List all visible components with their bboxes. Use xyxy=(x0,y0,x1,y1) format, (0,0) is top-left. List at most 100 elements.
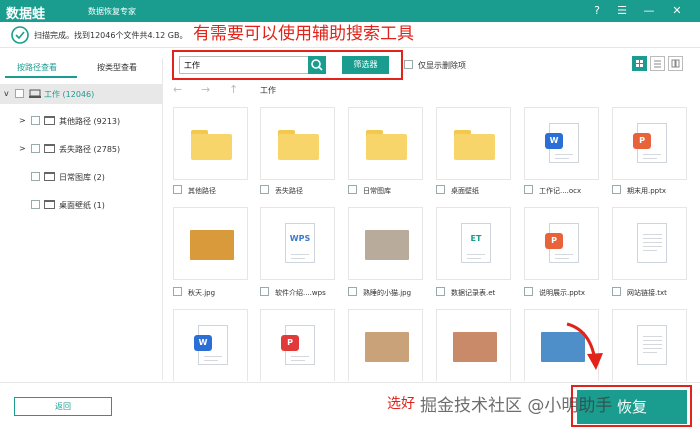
sidebar: 按路径查看 按类型查看 v 工作 (12046) > 其他路径 (9213) >… xyxy=(0,58,163,380)
tree-item-label: 桌面壁纸 (1) xyxy=(59,201,105,210)
file-tile[interactable] xyxy=(173,207,248,280)
folder-icon xyxy=(278,130,319,160)
tree-checkbox[interactable] xyxy=(31,172,40,181)
tree-checkbox[interactable] xyxy=(31,144,40,153)
file-tile[interactable]: ET xyxy=(436,207,511,280)
expander-icon[interactable]: > xyxy=(19,144,26,153)
folder-icon xyxy=(44,116,55,125)
file-grid: 其他路径 丢失路径 日常图库 桌面壁纸 W 工作记....ocx P 期末用.pptx 秋天.j… xyxy=(163,101,700,381)
columns-icon xyxy=(671,59,680,68)
file-checkbox[interactable] xyxy=(260,185,269,194)
list-view-button[interactable] xyxy=(650,56,665,71)
document-icon: P xyxy=(633,123,667,163)
file-checkbox[interactable] xyxy=(524,287,533,296)
check-circle-icon xyxy=(11,26,29,44)
help-button[interactable]: ? xyxy=(589,3,605,19)
watermark-text: 掘金技术社区 @小明助手 xyxy=(420,396,613,416)
expander-icon[interactable]: v xyxy=(4,89,9,98)
folder-icon xyxy=(44,200,55,209)
tree-item-label: 丢失路径 (2785) xyxy=(59,145,121,154)
search-button[interactable] xyxy=(308,56,326,74)
tab-underline xyxy=(5,76,77,78)
grid-view-button[interactable] xyxy=(632,56,647,71)
annotation-select-note: 选好 xyxy=(387,396,415,412)
file-checkbox[interactable] xyxy=(612,287,621,296)
file-name: 网站链接.txt xyxy=(627,289,667,297)
file-tile[interactable] xyxy=(348,107,423,180)
tree-item-lost-path[interactable]: > 丢失路径 (2785) xyxy=(0,139,163,159)
app-subtitle: 数据恢复专家 xyxy=(88,7,136,16)
close-button[interactable]: ✕ xyxy=(669,3,685,19)
folder-icon xyxy=(454,130,495,160)
back-arrow-icon[interactable]: ← xyxy=(173,83,182,96)
file-checkbox[interactable] xyxy=(260,287,269,296)
file-name: 说明展示.pptx xyxy=(539,289,585,297)
tree-item-gallery[interactable]: 日常图库 (2) xyxy=(0,167,163,187)
tree-item-wallpaper[interactable]: 桌面壁纸 (1) xyxy=(0,195,163,215)
file-tile[interactable] xyxy=(436,107,511,180)
file-name: 桌面壁纸 xyxy=(451,187,479,195)
deleted-only-label: 仅显示删除项 xyxy=(418,61,466,70)
deleted-only-checkbox[interactable] xyxy=(404,60,413,69)
scan-status-text: 扫描完成。找到12046个文件共4.12 GB。 xyxy=(34,31,188,40)
file-checkbox[interactable] xyxy=(436,287,445,296)
document-icon: ET xyxy=(461,223,491,263)
tree-item-other-path[interactable]: > 其他路径 (9213) xyxy=(0,111,163,131)
grid-icon xyxy=(636,60,643,67)
file-tile[interactable]: WPS xyxy=(260,207,335,280)
file-tile[interactable]: P xyxy=(260,309,335,381)
search-input[interactable] xyxy=(179,56,311,74)
document-icon: W xyxy=(194,325,228,365)
detail-view-button[interactable] xyxy=(668,56,683,71)
tree-item-label: 工作 (12046) xyxy=(44,90,95,99)
file-checkbox[interactable] xyxy=(173,287,182,296)
file-checkbox[interactable] xyxy=(173,185,182,194)
tree-checkbox[interactable] xyxy=(31,200,40,209)
file-name: 工作记....ocx xyxy=(539,187,582,195)
app-logo: 数据蛙 xyxy=(6,7,46,22)
file-checkbox[interactable] xyxy=(348,185,357,194)
file-tile[interactable]: W xyxy=(524,107,599,180)
tab-by-path[interactable]: 按路径查看 xyxy=(17,62,57,73)
file-checkbox[interactable] xyxy=(348,287,357,296)
document-icon: WPS xyxy=(285,223,315,263)
file-name: 熟睡的小猫.jpg xyxy=(363,289,412,297)
file-name: 丢失路径 xyxy=(275,187,303,195)
drive-icon xyxy=(29,89,41,98)
minimize-button[interactable]: — xyxy=(641,3,657,19)
folder-icon xyxy=(366,130,407,160)
file-tile[interactable] xyxy=(436,309,511,381)
file-tile[interactable] xyxy=(173,107,248,180)
tree-checkbox[interactable] xyxy=(15,89,24,98)
filter-button[interactable]: 筛选器 xyxy=(342,56,389,74)
tab-by-type[interactable]: 按类型查看 xyxy=(97,62,137,73)
tree-checkbox[interactable] xyxy=(31,116,40,125)
forward-arrow-icon[interactable]: → xyxy=(201,83,210,96)
file-tile[interactable] xyxy=(348,309,423,381)
up-arrow-icon[interactable]: ↑ xyxy=(229,83,238,96)
file-name: 日常图库 xyxy=(363,187,391,195)
file-tile[interactable]: P xyxy=(524,207,599,280)
file-tile[interactable] xyxy=(612,309,687,381)
file-checkbox[interactable] xyxy=(436,185,445,194)
file-checkbox[interactable] xyxy=(612,185,621,194)
back-button[interactable]: 返回 xyxy=(14,397,112,416)
file-tile[interactable]: P xyxy=(612,107,687,180)
file-name: 其他路径 xyxy=(188,187,216,195)
file-tile[interactable] xyxy=(260,107,335,180)
tree-item-work[interactable]: v 工作 (12046) xyxy=(0,84,163,104)
file-name: 秋天.jpg xyxy=(188,289,216,297)
file-tile[interactable] xyxy=(612,207,687,280)
file-name: 数据记录表.et xyxy=(451,289,496,297)
file-tile[interactable]: W xyxy=(173,309,248,381)
document-icon: W xyxy=(545,123,579,163)
image-thumbnail xyxy=(365,332,409,362)
expander-icon[interactable]: > xyxy=(19,116,26,125)
search-icon xyxy=(311,59,323,71)
text-file-icon xyxy=(637,223,667,263)
toolbar: 筛选器 仅显示删除项 xyxy=(163,50,700,82)
file-tile[interactable] xyxy=(348,207,423,280)
menu-button[interactable]: ☰ xyxy=(614,3,630,19)
file-checkbox[interactable] xyxy=(524,185,533,194)
folder-icon xyxy=(44,172,55,181)
